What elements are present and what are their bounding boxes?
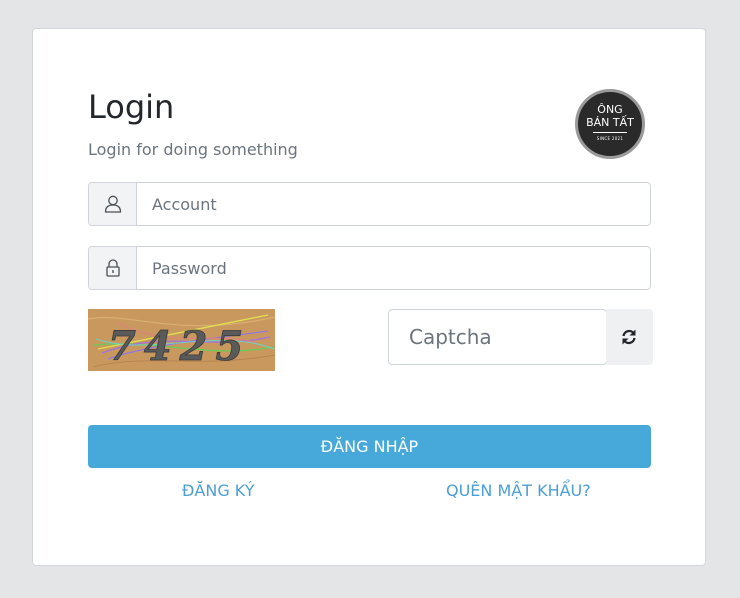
logo-line-3: SINCE 2021: [596, 136, 624, 141]
register-link[interactable]: ĐĂNG KÝ: [182, 481, 255, 501]
captcha-input[interactable]: [388, 309, 607, 365]
password-addon: [89, 247, 137, 289]
brand-logo: ÔNG BÁN TẤT SINCE 2021: [575, 89, 645, 159]
page-title: Login: [88, 88, 175, 126]
password-input-group: [88, 246, 651, 290]
captcha-text: 7425: [108, 323, 251, 370]
logo-line-1: ÔNG: [597, 103, 623, 116]
refresh-icon: [620, 328, 638, 351]
login-card: Login Login for doing something ÔNG BÁN …: [32, 28, 706, 566]
page-subtitle: Login for doing something: [88, 140, 298, 159]
password-input[interactable]: [137, 247, 650, 289]
forgot-password-link[interactable]: QUÊN MẬT KHẨU?: [446, 481, 591, 501]
refresh-captcha-button[interactable]: [606, 309, 653, 365]
account-addon: [89, 183, 137, 225]
account-input-group: [88, 182, 651, 226]
logo-divider: [593, 132, 627, 133]
login-button[interactable]: ĐĂNG NHẬP: [88, 425, 651, 468]
logo-line-2: BÁN TẤT: [586, 116, 634, 129]
account-input[interactable]: [137, 183, 650, 225]
captcha-image: 7425: [88, 309, 275, 371]
